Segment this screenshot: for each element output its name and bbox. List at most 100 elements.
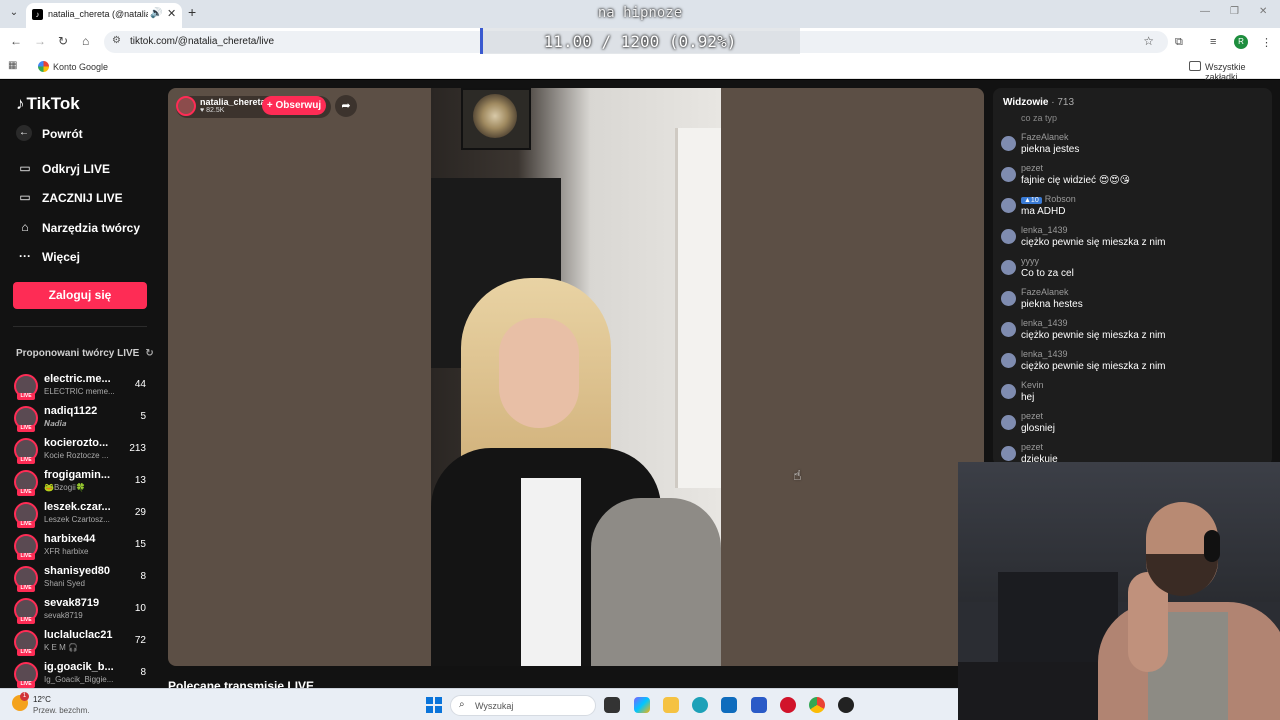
avatar[interactable]: [1001, 384, 1016, 399]
chat-user-label: lenka_1439: [1021, 318, 1068, 328]
avatar[interactable]: [1001, 446, 1016, 461]
chat-username[interactable]: FazeAlanek: [1021, 132, 1069, 142]
login-button[interactable]: Zaloguj się: [13, 282, 147, 309]
menu-icon[interactable]: ⋮: [1261, 36, 1272, 49]
chat-username[interactable]: lenka_1439: [1021, 225, 1068, 235]
avatar[interactable]: [1001, 167, 1016, 182]
back-link[interactable]: ← Powrót: [16, 124, 156, 146]
refresh-icon[interactable]: ↻: [145, 348, 153, 359]
chat-username[interactable]: yyyy: [1021, 256, 1039, 266]
site-info-icon[interactable]: ⚙: [112, 35, 121, 46]
streamer-name: natalia_chereta: [200, 97, 266, 107]
sidebar-item-more[interactable]: ··· Więcej: [16, 247, 156, 269]
chat-username[interactable]: lenka_1439: [1021, 318, 1068, 328]
creator-name: ig.goacik_b...: [44, 661, 114, 673]
creator-item[interactable]: leszek.czar... Leszek Czartosz... 29: [14, 501, 154, 531]
chat-text: ciężko pewnie się mieszka z nim: [1021, 330, 1166, 341]
weather-temperature[interactable]: 12°C: [33, 695, 51, 704]
creator-item[interactable]: shanisyed80 Shani Syed 8: [14, 565, 154, 595]
creator-item[interactable]: frogigamin... 🐸Bzogii🍀 13: [14, 469, 154, 499]
creator-item[interactable]: luclaluclac21 K E M 🎧 72: [14, 629, 154, 659]
chat-text: ciężko pewnie się mieszka z nim: [1021, 361, 1166, 372]
avatar[interactable]: [1001, 415, 1016, 430]
taskbar-search[interactable]: ⌕ Wyszukaj: [450, 695, 596, 716]
chat-message: yyyy Co to za cel: [1001, 256, 1266, 286]
chat-username[interactable]: lenka_1439: [1021, 349, 1068, 359]
follow-button[interactable]: + Obserwuj: [262, 96, 326, 115]
share-icon[interactable]: ➦: [335, 95, 357, 117]
avatar[interactable]: [1001, 198, 1016, 213]
creator-name: leszek.czar...: [44, 501, 111, 513]
copilot-icon[interactable]: [634, 697, 650, 713]
chat-message: lenka_1439 ciężko pewnie się mieszka z n…: [1001, 349, 1266, 379]
bookmark-all[interactable]: Wszystkie zakładki: [1205, 62, 1280, 82]
sidebar-item-creator-tools[interactable]: ⌂ Narzędzia twórcy: [16, 218, 156, 240]
avatar[interactable]: [1001, 353, 1016, 368]
viewer-count: 8: [140, 667, 146, 678]
tab-search-icon[interactable]: ⌄: [6, 5, 22, 21]
creator-display-name: K E M 🎧: [44, 643, 78, 652]
logo-text: TikTok: [26, 94, 80, 113]
chat-username[interactable]: pezet: [1021, 411, 1043, 421]
chat-text: fajnie cię widzieć 😍😍😘: [1021, 175, 1131, 186]
home-icon[interactable]: ⌂: [82, 34, 89, 48]
minimize-icon[interactable]: —: [1200, 6, 1210, 17]
creator-item[interactable]: ig.goacik_b... Ig_Goacik_Biggie... 8: [14, 661, 154, 691]
app-red-icon[interactable]: [780, 697, 796, 713]
creator-item[interactable]: electric.me... ELECTRIC meme... 44: [14, 373, 154, 403]
windows-start-icon[interactable]: [426, 697, 442, 713]
sidebar-item-discover-live[interactable]: ▭ Odkryj LIVE: [16, 159, 156, 181]
chrome-icon[interactable]: [809, 697, 825, 713]
weather-description[interactable]: Przew. bezchm.: [33, 706, 89, 715]
close-window-icon[interactable]: ✕: [1259, 6, 1267, 17]
creator-item[interactable]: sevak8719 sevak8719 10: [14, 597, 154, 627]
tab-title: natalia_chereta (@natalia_c...: [48, 9, 148, 19]
chat-username[interactable]: pezet: [1021, 442, 1043, 452]
forward-icon[interactable]: →: [34, 34, 46, 48]
sidebar-item-start-live[interactable]: ▭ ZACZNIJ LIVE: [16, 188, 156, 210]
creator-item[interactable]: kocierozto... Kocie Roztocze ... 213: [14, 437, 154, 467]
edge-icon[interactable]: [692, 697, 708, 713]
store-icon[interactable]: [751, 697, 767, 713]
bookmark-star-icon[interactable]: ☆: [1143, 34, 1154, 48]
streamer-avatar[interactable]: [176, 96, 196, 116]
reload-icon[interactable]: ↻: [58, 34, 68, 48]
task-view-icon[interactable]: [604, 697, 620, 713]
avatar[interactable]: [1001, 291, 1016, 306]
headset-icon: [1204, 530, 1220, 562]
new-tab-icon[interactable]: +: [188, 4, 196, 20]
live-video-player[interactable]: [168, 88, 984, 666]
bookmarks-bar: ▦ Konto Google Wszystkie zakładki: [0, 55, 1280, 82]
maximize-icon[interactable]: ❐: [1230, 6, 1239, 17]
chat-username[interactable]: FazeAlanek: [1021, 287, 1069, 297]
extensions-icon[interactable]: ⧉: [1175, 36, 1183, 49]
chat-user-label: FazeAlanek: [1021, 132, 1069, 142]
media-controls-icon[interactable]: ≡: [1210, 36, 1216, 48]
viewers-header[interactable]: Widzowie · 713: [1003, 97, 1074, 108]
avatar: [14, 374, 38, 400]
outlook-icon[interactable]: [721, 697, 737, 713]
creator-item[interactable]: nadiq1122 𝑵𝒂𝒅𝒊𝒂 5: [14, 405, 154, 435]
bookmark-google-account[interactable]: Konto Google: [53, 62, 108, 72]
avatar[interactable]: [1001, 260, 1016, 275]
chat-username[interactable]: ▲10 Robson: [1021, 194, 1076, 204]
browser-tab[interactable]: ♪ natalia_chereta (@natalia_c... 🔊 ✕: [26, 3, 182, 28]
creator-item[interactable]: harbixe44 XFR harbixe 15: [14, 533, 154, 563]
chat-message: FazeAlanek piekna jestes: [1001, 132, 1266, 162]
chat-panel: Widzowie · 713 co za typ FazeAlanek piek…: [993, 88, 1272, 466]
viewer-count: 8: [140, 571, 146, 582]
close-tab-icon[interactable]: ✕: [167, 7, 176, 20]
profile-avatar[interactable]: R: [1234, 35, 1248, 49]
creator-name: kocierozto...: [44, 437, 109, 449]
tiktok-logo[interactable]: ♪ TikTok: [16, 94, 80, 114]
back-icon[interactable]: ←: [10, 34, 22, 48]
apps-grid-icon[interactable]: ▦: [8, 60, 17, 71]
avatar[interactable]: [1001, 322, 1016, 337]
avatar[interactable]: [1001, 229, 1016, 244]
chat-username[interactable]: pezet: [1021, 163, 1043, 173]
avatar[interactable]: [1001, 136, 1016, 151]
obs-icon[interactable]: [838, 697, 854, 713]
speaker-icon[interactable]: 🔊: [150, 8, 162, 19]
file-explorer-icon[interactable]: [663, 697, 679, 713]
chat-username[interactable]: Kevin: [1021, 380, 1044, 390]
